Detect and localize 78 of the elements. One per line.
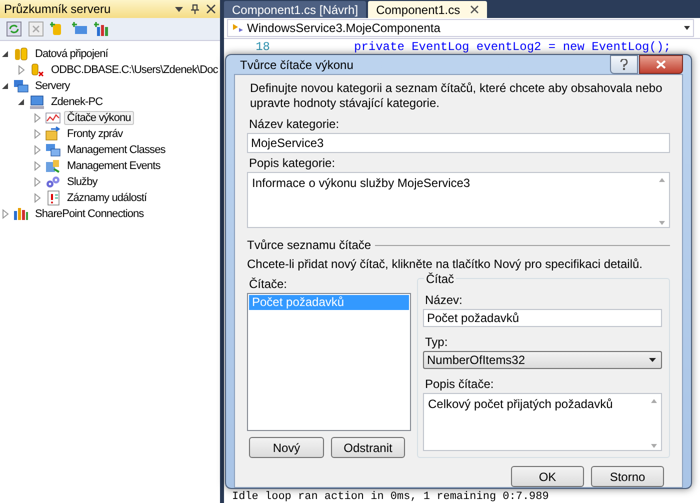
category-description-field[interactable]: Informace o výkonu služby MojeService3	[247, 172, 670, 228]
section-hint: Chcete-li přidat nový čítač, klikněte na tlačítko Nový pro specifikaci detailů.	[247, 257, 644, 271]
collapsed-arrow-icon[interactable]	[32, 177, 42, 187]
scroll-down-icon	[658, 221, 664, 225]
tree-item[interactable]: Čítače výkonu	[64, 111, 134, 125]
stop-icon	[28, 21, 44, 37]
dropdown-icon	[174, 4, 184, 14]
collapsed-arrow-icon[interactable]	[32, 161, 42, 171]
expanded-arrow-icon[interactable]	[0, 49, 10, 59]
servers-icon	[13, 78, 29, 94]
refresh-icon	[6, 21, 22, 37]
sharepoint-icon	[13, 206, 29, 222]
code-line: private EventLog eventLog2 = new EventLog();	[354, 40, 671, 54]
editor-tab[interactable]: Component1.cs [Návrh]	[224, 1, 366, 18]
dialog-title: Tvůrce čítače výkonu	[239, 58, 354, 72]
panel-title: Průzkumník serveru	[4, 2, 111, 16]
events-icon	[45, 158, 61, 174]
event-log-icon	[45, 190, 61, 206]
type-dropdown[interactable]: WindowsService3.MojeComponenta	[227, 19, 694, 37]
tree-item[interactable]: Management Classes	[64, 143, 168, 157]
counter-description-field[interactable]: Celkový počet přijatých požadavků	[423, 393, 662, 451]
counter-name-field[interactable]: Počet požadavků	[423, 308, 662, 328]
collapsed-arrow-icon[interactable]	[0, 209, 10, 219]
tree-item[interactable]: Zdenek-PC	[48, 95, 106, 109]
close-button[interactable]	[639, 55, 683, 74]
collapsed-arrow-icon[interactable]	[32, 145, 42, 155]
collapsed-arrow-icon[interactable]	[16, 65, 26, 75]
field-label: Popis kategorie:	[249, 156, 336, 170]
collapsed-arrow-icon[interactable]	[32, 113, 42, 123]
scroll-down-icon	[650, 444, 656, 448]
scroll-up-icon	[650, 399, 656, 404]
counter-type-dropdown[interactable]: NumberOfItems32	[423, 351, 662, 370]
collapsed-arrow-icon[interactable]	[32, 129, 42, 139]
database-error-icon	[29, 62, 45, 78]
add-sharepoint-icon	[94, 21, 110, 37]
pin-icon	[190, 4, 200, 14]
tree-item[interactable]: SharePoint Connections	[32, 207, 147, 221]
help-button[interactable]	[610, 55, 638, 74]
tree-item[interactable]: Fronty zpráv	[64, 127, 126, 141]
expanded-arrow-icon[interactable]	[16, 97, 26, 107]
category-name-field[interactable]: MojeService3	[247, 133, 670, 153]
output-text: Idle loop ran action in 0ms, 1 remaining 0:7.989	[232, 491, 549, 503]
new-button[interactable]: Nový	[249, 437, 324, 458]
tree-item[interactable]: Servery	[32, 79, 73, 93]
expanded-arrow-icon[interactable]	[0, 81, 10, 91]
collapsed-arrow-icon[interactable]	[32, 193, 42, 203]
tree-item[interactable]: Služby	[64, 175, 100, 189]
classes-icon	[45, 142, 61, 158]
field-label: Název kategorie:	[249, 117, 340, 131]
computer-icon	[29, 94, 45, 110]
field-label: Název:	[425, 292, 464, 307]
message-queue-icon	[45, 126, 61, 142]
remove-button[interactable]: Odstranit	[331, 437, 405, 458]
field-label: Čítače:	[249, 277, 288, 291]
tree-item[interactable]: ODBC.DBASE.C:\Users\Zdenek\Doc	[48, 63, 221, 77]
section-title: Tvůrce seznamu čítače	[247, 238, 372, 252]
gears-icon	[45, 174, 61, 190]
class-icon	[231, 22, 245, 34]
cancel-button[interactable]: Storno	[591, 466, 664, 487]
add-server-icon	[72, 21, 88, 37]
ok-button[interactable]: OK	[511, 466, 584, 487]
dialog-description: Definujte novou kategorii a seznam čítačů, které chcete aby obsahovala nebo upravte hodnoty stávající kategorie.	[250, 81, 664, 111]
tree-item[interactable]: Záznamy událostí	[64, 191, 150, 205]
help-icon	[619, 58, 629, 70]
tree-item[interactable]: Datová připojení	[32, 47, 111, 61]
chart-icon	[45, 110, 61, 126]
close-icon	[470, 5, 480, 14]
group-title: Čítač	[424, 272, 456, 286]
tree-item[interactable]: Management Events	[64, 159, 164, 173]
field-label: Typ:	[425, 335, 449, 350]
field-label: Popis čítače:	[425, 377, 495, 392]
dropdown-arrow-icon	[649, 358, 656, 362]
dropdown-arrow-icon	[684, 26, 690, 30]
close-icon	[656, 60, 666, 69]
scroll-up-icon	[658, 178, 664, 182]
close-icon	[206, 4, 216, 14]
editor-tab[interactable]: Component1.cs	[368, 1, 488, 18]
database-icon	[13, 46, 29, 62]
